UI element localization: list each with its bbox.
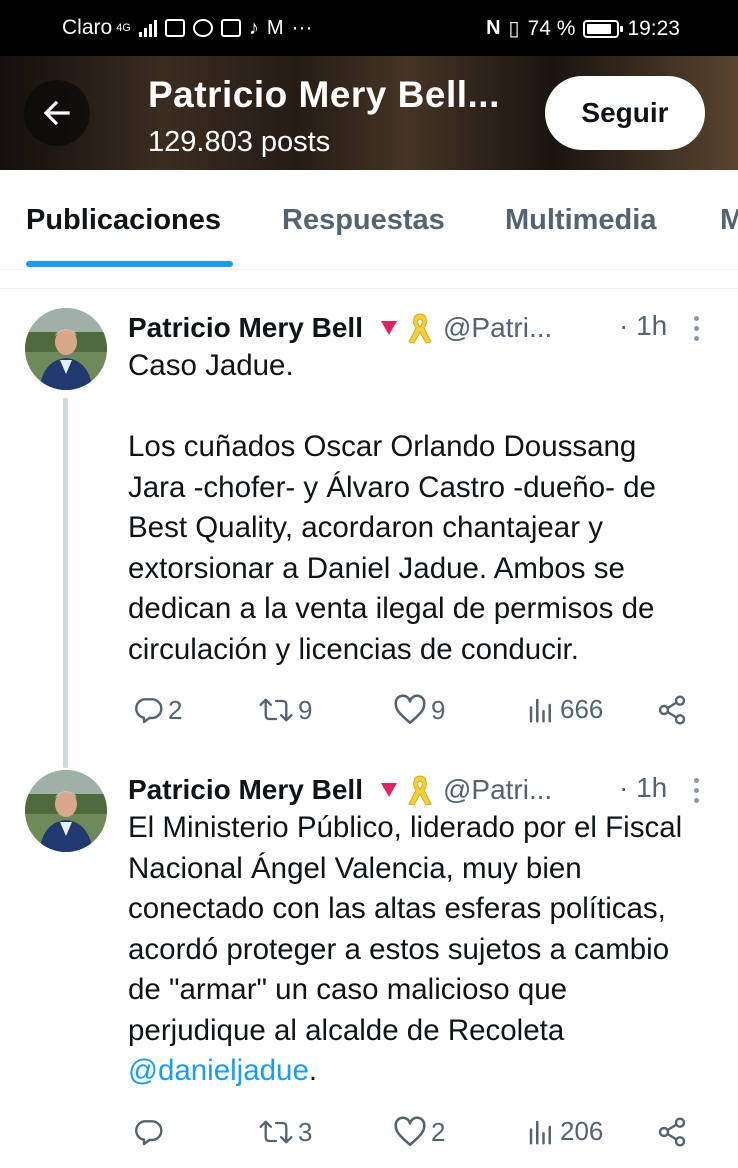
profile-tabs: Publicaciones Respuestas Multimedia M (0, 170, 738, 270)
share-button[interactable] (656, 694, 688, 726)
signal-icon (138, 19, 157, 37)
tweet-header: Patricio Mery Bell @Patri... (128, 308, 552, 348)
tweet-time[interactable]: · 1h (619, 772, 667, 804)
mention-link[interactable]: @danieljadue (128, 1054, 309, 1087)
retweet-button[interactable]: 3 (258, 1116, 312, 1148)
profile-title: Patricio Mery Bell... (148, 74, 500, 115)
network-label: 4G (116, 21, 131, 34)
share-button[interactable] (656, 1116, 688, 1148)
text-line: circulación y licencias de conducir. (128, 632, 579, 666)
clock: 19:23 (627, 16, 680, 40)
chrome-icon (192, 19, 213, 37)
share-icon (658, 1117, 686, 1147)
follow-button[interactable]: Seguir (545, 76, 705, 150)
text-line: acordó proteger a estos sujetos a cambio (128, 932, 670, 966)
more-icon[interactable] (686, 310, 706, 346)
retweet-icon (259, 1120, 293, 1144)
more-notifications-icon: ··· (291, 16, 313, 39)
vibrate-icon: ▯ (508, 18, 520, 40)
mention-suffix: . (308, 1054, 318, 1087)
thread-line (63, 398, 68, 768)
text-line-last: @danieljadue. (128, 1051, 728, 1092)
reply-icon (135, 1120, 163, 1146)
carrier-label: Claro (62, 16, 113, 39)
reply-icon (135, 698, 163, 724)
tab-more[interactable]: M (720, 204, 738, 237)
like-icon (394, 1116, 426, 1147)
tweet-actions: 3 2 206 (128, 1116, 728, 1156)
retweet-count: 9 (298, 694, 313, 725)
post-count: 129.803 posts (148, 126, 331, 158)
author-handle[interactable]: @Patri... (443, 774, 552, 806)
battery-icon (583, 19, 624, 38)
like-count: 2 (431, 1116, 446, 1147)
text-line: Nacional Ángel Valencia, muy bien (128, 851, 582, 885)
views-count: 206 (560, 1116, 604, 1146)
text-line (128, 387, 728, 428)
author-name[interactable]: Patricio Mery Bell (128, 312, 363, 344)
views-button[interactable]: 666 (526, 694, 603, 725)
gmail-icon: M (266, 16, 284, 39)
retweet-button[interactable]: 9 (258, 694, 312, 726)
reply-button[interactable]: 2 (132, 694, 182, 726)
red-triangle-icon (380, 783, 397, 797)
back-button[interactable] (24, 80, 90, 146)
views-count: 666 (560, 694, 604, 724)
text-line: El Ministerio Público, liderado por el F… (128, 811, 683, 844)
text-line: Los cuñados Oscar Orlando Doussang (128, 430, 637, 463)
status-bar: Claro 4G ♪ M ··· N ▯ 74 % 19:23 (0, 0, 738, 56)
text-line: conectado con las altas esferas política… (128, 892, 666, 925)
avatar[interactable] (25, 770, 107, 852)
tweet[interactable]: Patricio Mery Bell @Patri... · 1h El Min… (0, 770, 738, 1168)
avatar[interactable] (25, 308, 107, 390)
share-icon (658, 695, 686, 725)
views-button[interactable]: 206 (526, 1116, 603, 1147)
battery-percent: 74 % (527, 16, 576, 40)
red-triangle-icon (380, 321, 397, 335)
text-line: Best Quality, acordaron chantajear y (128, 511, 603, 544)
like-count: 9 (431, 694, 446, 725)
text-line: Caso Jadue. (128, 349, 294, 382)
like-icon (394, 694, 426, 725)
retweet-count: 3 (298, 1116, 313, 1147)
profile-header: Patricio Mery Bell... 129.803 posts Segu… (0, 56, 738, 170)
active-tab-indicator (26, 261, 233, 267)
views-icon (529, 698, 551, 722)
back-arrow-icon (43, 100, 70, 126)
tweet-text: Caso Jadue. Los cuñados Oscar Orlando Do… (128, 346, 728, 670)
tab-publicaciones[interactable]: Publicaciones (26, 204, 221, 237)
tweet-actions: 2 9 9 666 (128, 694, 728, 734)
reply-button[interactable] (132, 1116, 168, 1148)
text-line: dedican a la venta ilegal de permisos de (128, 592, 655, 625)
more-icon[interactable] (686, 772, 706, 808)
author-handle[interactable]: @Patri... (443, 312, 552, 344)
text-line: perjudique al alcalde de Recoleta (128, 1013, 565, 1047)
author-name[interactable]: Patricio Mery Bell (128, 774, 363, 806)
views-icon (529, 1120, 551, 1144)
instagram-icon (220, 19, 241, 37)
text-line: Jara -chofer- y Álvaro Castro -dueño- de (128, 470, 656, 504)
tweet-text: El Ministerio Público, liderado por el F… (128, 808, 728, 1092)
retweet-icon (259, 698, 293, 722)
tweet-header: Patricio Mery Bell @Patri... (128, 770, 552, 810)
text-line: de "armar" un caso malicioso que (128, 973, 568, 1006)
tiktok-icon: ♪ (248, 16, 259, 39)
tab-multimedia[interactable]: Multimedia (505, 204, 656, 237)
divider (0, 288, 738, 289)
text-line: extorsionar a Daniel Jadue. Ambos se (128, 551, 625, 585)
tweet-time[interactable]: · 1h (619, 310, 667, 342)
nfc-icon: N (486, 17, 501, 39)
like-button[interactable]: 9 (393, 694, 445, 726)
tab-respuestas[interactable]: Respuestas (282, 204, 445, 237)
like-button[interactable]: 2 (393, 1116, 445, 1148)
reply-count: 2 (168, 694, 183, 725)
yellow-ribbon-icon (408, 313, 432, 344)
mail-icon (164, 19, 185, 37)
tweet[interactable]: Patricio Mery Bell @Patri... · 1h Caso J… (0, 308, 738, 768)
yellow-ribbon-icon (408, 775, 432, 806)
